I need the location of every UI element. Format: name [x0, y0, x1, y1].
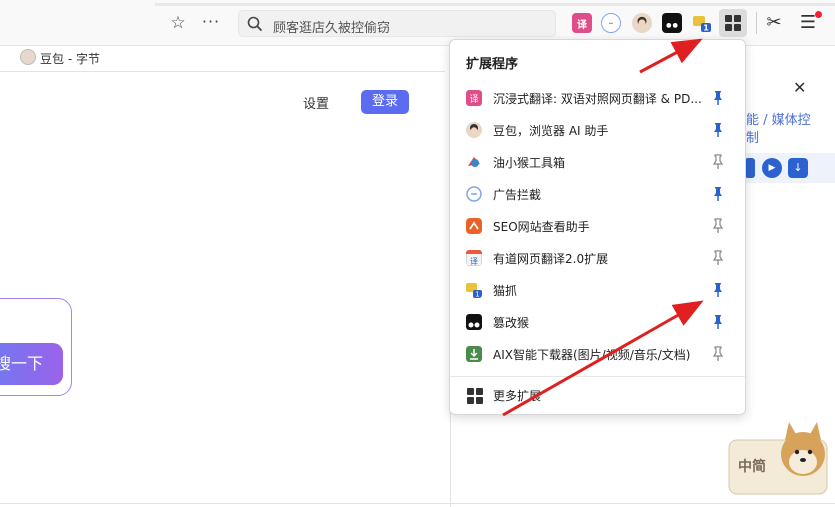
doubao-avatar-icon: [20, 49, 36, 65]
extensions-button[interactable]: [719, 9, 747, 37]
extension-label: 沉浸式翻译: 双语对照网页翻译 & PD...: [493, 92, 702, 106]
unpinned-icon[interactable]: [712, 345, 724, 363]
extension-item[interactable]: SEO网站查看助手: [450, 210, 747, 242]
pinned-icon[interactable]: [712, 281, 724, 299]
adblock-toolbar-icon[interactable]: –: [601, 13, 621, 33]
divider: [0, 71, 445, 72]
unpinned-icon[interactable]: [712, 249, 724, 267]
extension-item[interactable]: AIX智能下载器(图片/视频/音乐/文档): [450, 338, 747, 370]
more-extensions-item[interactable]: 更多扩展: [450, 379, 747, 411]
extension-label: AIX智能下载器(图片/视频/音乐/文档): [493, 348, 691, 362]
play-icon[interactable]: ▶: [762, 158, 782, 178]
doubao-icon: [466, 122, 482, 138]
pinned-icon[interactable]: [712, 121, 724, 139]
extension-item[interactable]: 广告拦截: [450, 178, 747, 210]
popup-divider: [450, 376, 747, 377]
doubao-toolbar-icon[interactable]: [632, 13, 652, 33]
watermark-label: 中简: [738, 459, 766, 475]
search-button[interactable]: 搜一下: [0, 343, 63, 385]
extension-label: 豆包，浏览器 AI 助手: [493, 124, 609, 138]
extension-label: 猫抓: [493, 284, 518, 298]
page-tab[interactable]: 豆包 - 字节: [0, 46, 440, 72]
svg-text:1: 1: [475, 291, 479, 299]
settings-link[interactable]: 设置: [303, 93, 329, 112]
extension-label: 油小猴工具箱: [493, 156, 566, 170]
tab-strip-edge: [155, 3, 835, 6]
address-query: 顾客逛店久被控偷窃: [273, 21, 391, 36]
side-panel-text: 能 / 媒体控制: [746, 113, 811, 146]
pinned-icon[interactable]: [712, 313, 724, 331]
toolbar-divider: [756, 12, 757, 34]
more-dots-icon[interactable]: ···: [200, 13, 222, 33]
svg-text:1: 1: [703, 24, 709, 33]
seo-icon: [466, 218, 482, 234]
extensions-popup: 扩展程序 译 沉浸式翻译: 双语对照网页翻译 & PD... 豆包，浏览器 AI 助…: [449, 39, 747, 415]
scissors-icon[interactable]: ✂: [763, 11, 785, 35]
popup-title: 扩展程序: [466, 57, 519, 72]
address-bar[interactable]: 顾客逛店久被控偷窃: [238, 10, 556, 37]
notification-dot: [815, 11, 822, 18]
close-icon[interactable]: ✕: [793, 78, 806, 97]
download-icon[interactable]: ↓: [788, 158, 808, 178]
youxiaohou-icon: [468, 157, 480, 167]
unpinned-icon[interactable]: [712, 153, 724, 171]
extension-item[interactable]: 篡改猴: [450, 306, 747, 338]
tab-title: 豆包 - 字节: [40, 52, 100, 66]
extension-label: 有道网页翻译2.0扩展: [493, 252, 609, 266]
extension-item[interactable]: 油小猴工具箱: [450, 146, 747, 178]
bottom-divider: [0, 503, 835, 504]
youdao-icon: 译: [466, 250, 482, 266]
extension-item[interactable]: 豆包，浏览器 AI 助手: [450, 114, 747, 146]
browser-window: ☆ ··· 顾客逛店久被控偷窃 译 – 1 ✂ ☰ 豆包 - 字节 设置 登录 …: [0, 0, 835, 507]
tampermonkey-icon: [466, 314, 482, 330]
svg-text:译: 译: [470, 257, 478, 266]
immersive-translate-toolbar-icon[interactable]: 译: [572, 13, 592, 33]
extensions-grid-icon: [466, 387, 483, 404]
aix-downloader-icon: [466, 346, 482, 362]
maozhua-toolbar-icon[interactable]: 1: [692, 13, 712, 33]
bookmark-star-icon[interactable]: ☆: [168, 13, 188, 33]
unpinned-icon[interactable]: [712, 217, 724, 235]
extension-label: 篡改猴: [493, 316, 530, 330]
extension-item[interactable]: 译 有道网页翻译2.0扩展: [450, 242, 747, 274]
immersive-translate-icon: 译: [466, 90, 482, 106]
svg-text:译: 译: [469, 94, 478, 105]
extension-item[interactable]: 1 猫抓: [450, 274, 747, 306]
extension-label: 广告拦截: [493, 188, 542, 202]
extensions-grid-icon: [725, 15, 741, 31]
pinned-icon[interactable]: [712, 89, 724, 107]
pinned-icon[interactable]: [712, 185, 724, 203]
login-button[interactable]: 登录: [361, 90, 409, 114]
tampermonkey-toolbar-icon[interactable]: [662, 13, 682, 33]
adblock-icon: [466, 186, 482, 202]
more-extensions-label: 更多扩展: [493, 389, 542, 403]
maozhua-icon: 1: [466, 283, 482, 299]
extension-item[interactable]: 译 沉浸式翻译: 双语对照网页翻译 & PD...: [450, 82, 747, 114]
extension-label: SEO网站查看助手: [493, 220, 590, 234]
search-icon: [247, 16, 263, 32]
